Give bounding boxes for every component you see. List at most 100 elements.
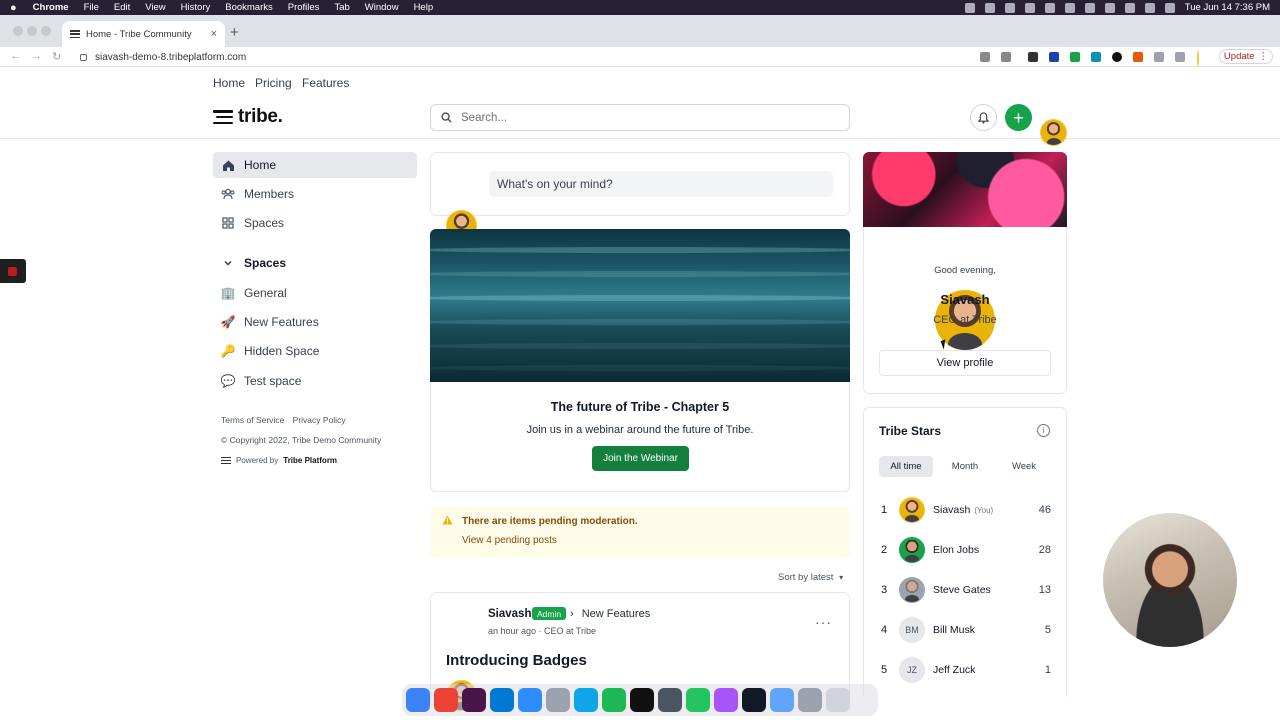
extension-icon[interactable]: [1070, 52, 1080, 62]
app-icon[interactable]: [546, 688, 570, 712]
chrome-update-button[interactable]: Update ⋮: [1219, 49, 1273, 64]
leaderboard-row[interactable]: 4 BM Bill Musk 5: [879, 617, 1051, 643]
apple-menu-icon[interactable]: ●: [10, 2, 17, 14]
figma-icon[interactable]: [714, 688, 738, 712]
share-icon[interactable]: [980, 52, 990, 62]
topnav-pricing-link[interactable]: Pricing: [255, 76, 292, 90]
window-minimize-button[interactable]: [27, 26, 37, 36]
sort-dropdown[interactable]: Sort by latest ▾: [778, 572, 843, 583]
notion-icon[interactable]: [630, 688, 654, 712]
metamask-icon[interactable]: [1133, 52, 1143, 62]
extension-icon[interactable]: [1049, 52, 1059, 62]
user-avatar-menu[interactable]: [1040, 119, 1067, 146]
status-icon[interactable]: [1064, 2, 1075, 13]
tab-month[interactable]: Month: [938, 456, 992, 477]
tribe-logo[interactable]: tribe.: [213, 106, 283, 128]
chrome-profile-avatar[interactable]: [1197, 50, 1199, 67]
bookmark-star-icon[interactable]: [1001, 52, 1011, 62]
volume-icon[interactable]: [1044, 2, 1055, 13]
sidebar-item-spaces[interactable]: Spaces: [213, 210, 417, 236]
post-title[interactable]: Introducing Badges: [446, 652, 587, 669]
status-icon[interactable]: [1024, 2, 1035, 13]
window-zoom-button[interactable]: [41, 26, 51, 36]
topnav-features-link[interactable]: Features: [302, 76, 349, 90]
tab-all-time[interactable]: All time: [879, 456, 933, 477]
menu-item-help[interactable]: Help: [414, 2, 434, 13]
powered-by-link[interactable]: Powered by Tribe Platform: [221, 456, 337, 465]
tab-close-icon[interactable]: ×: [211, 28, 217, 40]
app-icon[interactable]: [574, 688, 598, 712]
menu-item-chrome[interactable]: Chrome: [33, 2, 69, 13]
menu-clock[interactable]: Tue Jun 14 7:36 PM: [1185, 2, 1270, 13]
activity-icon[interactable]: [658, 688, 682, 712]
address-bar[interactable]: siavash-demo-8.tribeplatform.com: [68, 49, 1218, 65]
status-icon[interactable]: [984, 2, 995, 13]
back-icon[interactable]: ←: [10, 50, 21, 62]
record-stop-icon[interactable]: [8, 267, 17, 276]
extension-icon[interactable]: [1028, 52, 1038, 62]
menu-item-profiles[interactable]: Profiles: [288, 2, 320, 13]
app-icon[interactable]: [798, 688, 822, 712]
spaces-section-toggle[interactable]: Spaces: [213, 250, 417, 276]
view-profile-button[interactable]: View profile: [879, 350, 1051, 376]
chrome-icon[interactable]: [434, 688, 458, 712]
menu-item-history[interactable]: History: [181, 2, 211, 13]
menu-item-edit[interactable]: Edit: [114, 2, 130, 13]
control-center-icon[interactable]: [1164, 2, 1175, 13]
menu-item-window[interactable]: Window: [365, 2, 399, 13]
sidebar-item-members[interactable]: Members: [213, 181, 417, 207]
reload-icon[interactable]: ↻: [52, 50, 61, 63]
browser-tab[interactable]: Home - Tribe Community ×: [62, 21, 225, 47]
search-icon[interactable]: [1144, 2, 1155, 13]
zoom-icon[interactable]: [518, 688, 542, 712]
view-pending-posts-link[interactable]: View 4 pending posts: [462, 535, 557, 546]
sidebar-item-home[interactable]: Home: [213, 152, 417, 178]
post-space-link[interactable]: › New Features: [570, 608, 650, 620]
screen-recorder-widget[interactable]: [0, 259, 26, 283]
trash-icon[interactable]: [826, 688, 850, 712]
privacy-link[interactable]: Privacy Policy: [293, 415, 346, 425]
sidebar-space-hidden-space[interactable]: 🔑 Hidden Space: [213, 338, 417, 364]
leaderboard-row[interactable]: 2 Elon Jobs 28: [879, 537, 1051, 563]
spotify-icon[interactable]: [602, 688, 626, 712]
extension-icon[interactable]: [1091, 52, 1101, 62]
status-icon[interactable]: [1004, 2, 1015, 13]
sidebar-icon[interactable]: [1175, 52, 1185, 62]
more-options-icon[interactable]: ···: [815, 614, 832, 630]
status-icon[interactable]: [964, 2, 975, 13]
puzzle-icon[interactable]: [1154, 52, 1164, 62]
forward-icon[interactable]: →: [31, 50, 42, 62]
join-webinar-button[interactable]: Join the Webinar: [592, 446, 689, 471]
wifi-icon[interactable]: [1124, 2, 1135, 13]
search-box[interactable]: [430, 104, 850, 131]
extension-icon[interactable]: [1112, 52, 1122, 62]
search-input[interactable]: [461, 111, 821, 124]
new-tab-button[interactable]: +: [230, 24, 239, 41]
folder-icon[interactable]: [770, 688, 794, 712]
composer-input[interactable]: What's on your mind?: [489, 171, 833, 197]
topnav-home-link[interactable]: Home: [213, 76, 245, 90]
messages-icon[interactable]: [686, 688, 710, 712]
sidebar-space-new-features[interactable]: 🚀 New Features: [213, 309, 417, 335]
menu-item-bookmarks[interactable]: Bookmarks: [225, 2, 273, 13]
terms-link[interactable]: Terms of Service: [221, 415, 284, 425]
window-close-button[interactable]: [13, 26, 23, 36]
menu-item-view[interactable]: View: [145, 2, 165, 13]
slack-icon[interactable]: [462, 688, 486, 712]
status-icon[interactable]: [1084, 2, 1095, 13]
sidebar-space-test-space[interactable]: 💬 Test space: [213, 368, 417, 394]
leaderboard-row[interactable]: 3 Steve Gates 13: [879, 577, 1051, 603]
menu-item-file[interactable]: File: [84, 2, 99, 13]
menu-item-tab[interactable]: Tab: [334, 2, 349, 13]
create-post-button[interactable]: +: [1005, 104, 1032, 131]
leaderboard-row[interactable]: 1 Siavash (You) 46: [879, 497, 1051, 523]
info-icon[interactable]: i: [1037, 424, 1050, 437]
terminal-icon[interactable]: [742, 688, 766, 712]
battery-icon[interactable]: [1104, 2, 1115, 13]
finder-icon[interactable]: [406, 688, 430, 712]
tab-week[interactable]: Week: [997, 456, 1051, 477]
notifications-button[interactable]: [970, 104, 997, 131]
leaderboard-row[interactable]: 5 JZ Jeff Zuck 1: [879, 657, 1051, 683]
post-author-name[interactable]: Siavash: [488, 608, 531, 620]
vscode-icon[interactable]: [490, 688, 514, 712]
